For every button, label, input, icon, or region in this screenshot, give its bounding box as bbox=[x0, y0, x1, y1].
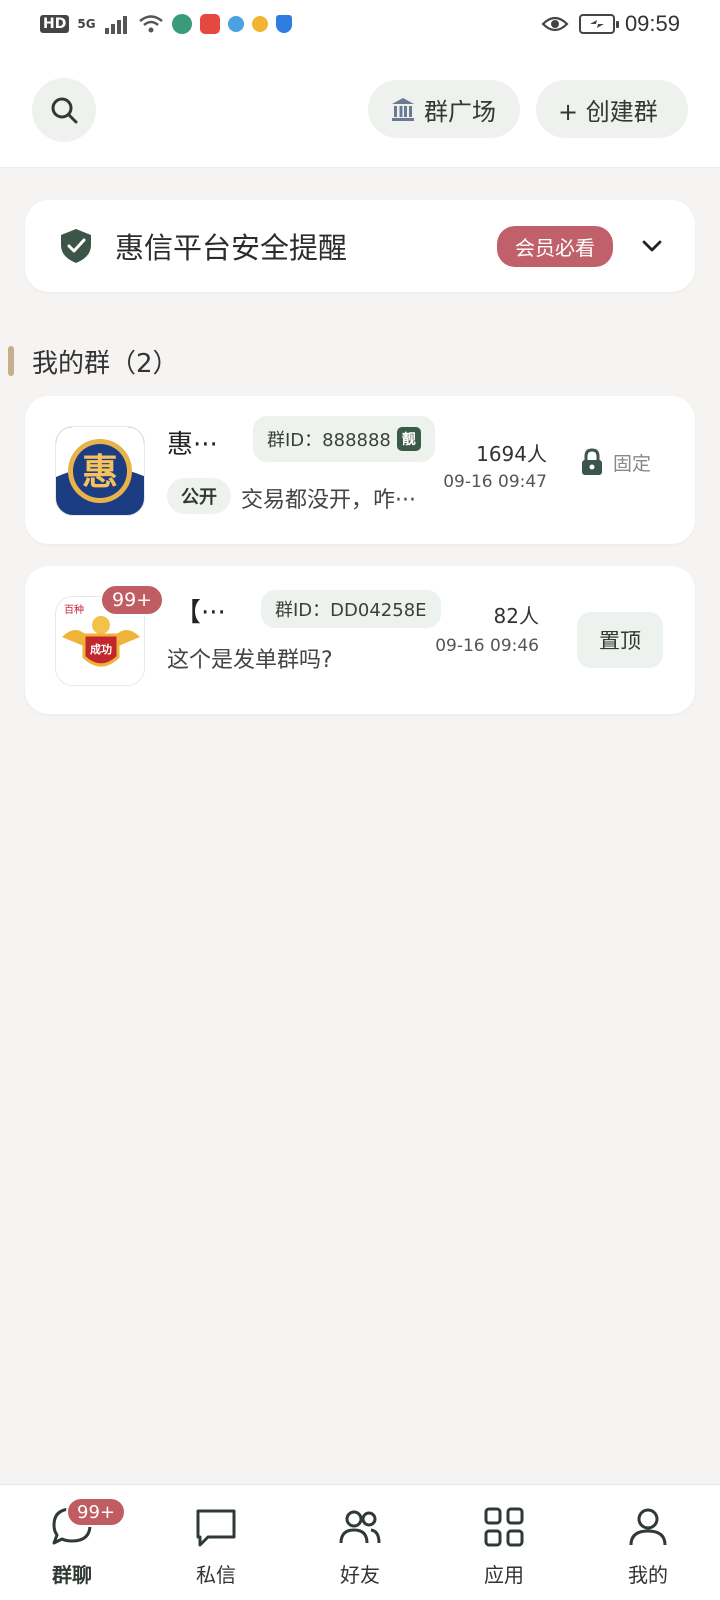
group-id-pill: 群ID：DD04258E bbox=[261, 590, 441, 628]
app-notification-icon bbox=[199, 14, 220, 34]
chevron-down-icon[interactable] bbox=[641, 235, 663, 257]
group-name: 惠··· bbox=[167, 430, 218, 460]
users-icon bbox=[339, 1510, 381, 1544]
status-bar: HD 5G 09:59 bbox=[0, 0, 720, 48]
signal-icon bbox=[104, 16, 127, 34]
my-groups-section-title: 我的群（2） bbox=[8, 344, 179, 379]
message-square-icon bbox=[196, 1509, 236, 1547]
shield-check-icon bbox=[61, 229, 91, 263]
network-indicator: 5G bbox=[77, 17, 96, 31]
safety-reminder-card[interactable]: 惠信平台安全提醒 会员必看 bbox=[25, 200, 695, 292]
group-id-text: 群ID：DD04258E bbox=[275, 600, 427, 621]
user-icon bbox=[629, 1508, 667, 1546]
member-must-read-badge: 会员必看 bbox=[497, 225, 613, 267]
create-group-button[interactable]: + 创建群 bbox=[536, 80, 688, 138]
group-id-text: 群ID：888888 bbox=[267, 430, 391, 451]
nav-private-message[interactable]: 私信 bbox=[144, 1485, 288, 1600]
section-accent-bar bbox=[8, 346, 14, 376]
unread-count-badge: 99+ bbox=[100, 584, 165, 616]
nav-me[interactable]: 我的 bbox=[576, 1485, 720, 1600]
wifi-icon bbox=[138, 15, 163, 33]
eye-icon bbox=[541, 16, 569, 32]
app-notification-icon bbox=[251, 16, 268, 32]
nav-unread-badge: 99+ bbox=[66, 1497, 126, 1527]
bottom-navigation: 99+ 群聊 私信 好友 应用 我的 bbox=[0, 1484, 720, 1600]
group-plaza-label: 群广场 bbox=[424, 97, 496, 126]
nav-friends[interactable]: 好友 bbox=[288, 1485, 432, 1600]
nav-label: 应用 bbox=[484, 1563, 524, 1587]
grid-icon bbox=[484, 1507, 524, 1547]
group-list-item[interactable]: 惠 惠··· 群ID：888888 靓 公开 交易都没开，咋··· 1694人 … bbox=[25, 396, 695, 544]
pin-to-top-button[interactable]: 置顶 bbox=[577, 612, 663, 668]
battery-icon bbox=[578, 14, 619, 34]
nav-label: 好友 bbox=[340, 1563, 380, 1587]
group-id-pill: 群ID：888888 靓 bbox=[253, 416, 435, 462]
last-message: 交易都没开，咋··· bbox=[241, 488, 416, 513]
nav-label: 我的 bbox=[628, 1563, 668, 1587]
member-count: 82人 bbox=[493, 604, 539, 628]
svg-text:百种: 百种 bbox=[64, 603, 84, 616]
section-title-text: 我的群（2） bbox=[32, 348, 179, 379]
svg-text:成功: 成功 bbox=[90, 642, 112, 656]
top-header: 群广场 + 创建群 bbox=[0, 48, 720, 168]
group-name: 【··· bbox=[175, 598, 226, 628]
svg-text:惠: 惠 bbox=[82, 452, 118, 493]
safety-title: 惠信平台安全提醒 bbox=[115, 231, 348, 265]
status-left: HD 5G bbox=[40, 14, 292, 34]
last-active-time: 09-16 09:47 bbox=[443, 472, 547, 492]
last-message: 这个是发单群吗? bbox=[167, 648, 333, 673]
shield-notification-icon bbox=[275, 15, 292, 33]
last-active-time: 09-16 09:46 bbox=[435, 636, 539, 656]
app-notification-icon bbox=[227, 16, 244, 32]
status-time: 09:59 bbox=[624, 11, 680, 36]
group-list-item[interactable]: 百种 成功 99+ 【··· 群ID：DD04258E 这个是发单群吗? 82人… bbox=[25, 566, 695, 714]
nav-label: 群聊 bbox=[52, 1563, 92, 1587]
search-button[interactable] bbox=[32, 78, 96, 142]
nav-group-chat[interactable]: 99+ 群聊 bbox=[0, 1485, 144, 1600]
group-plaza-button[interactable]: 群广场 bbox=[368, 80, 520, 138]
hd-indicator: HD bbox=[40, 15, 70, 33]
create-group-label: + 创建群 bbox=[558, 97, 658, 126]
nav-label: 私信 bbox=[196, 1563, 236, 1587]
premium-id-badge: 靓 bbox=[396, 427, 421, 451]
nav-apps[interactable]: 应用 bbox=[432, 1485, 576, 1600]
fixed-indicator: 固定 bbox=[581, 448, 651, 476]
app-notification-icon bbox=[171, 14, 192, 34]
public-tag: 公开 bbox=[167, 478, 231, 514]
status-right: 09:59 bbox=[541, 11, 680, 37]
building-icon bbox=[392, 98, 414, 121]
member-count: 1694人 bbox=[476, 442, 547, 466]
fixed-label: 固定 bbox=[613, 452, 652, 475]
group-avatar: 惠 bbox=[55, 426, 145, 516]
lock-icon bbox=[582, 448, 602, 475]
search-icon bbox=[51, 97, 78, 124]
